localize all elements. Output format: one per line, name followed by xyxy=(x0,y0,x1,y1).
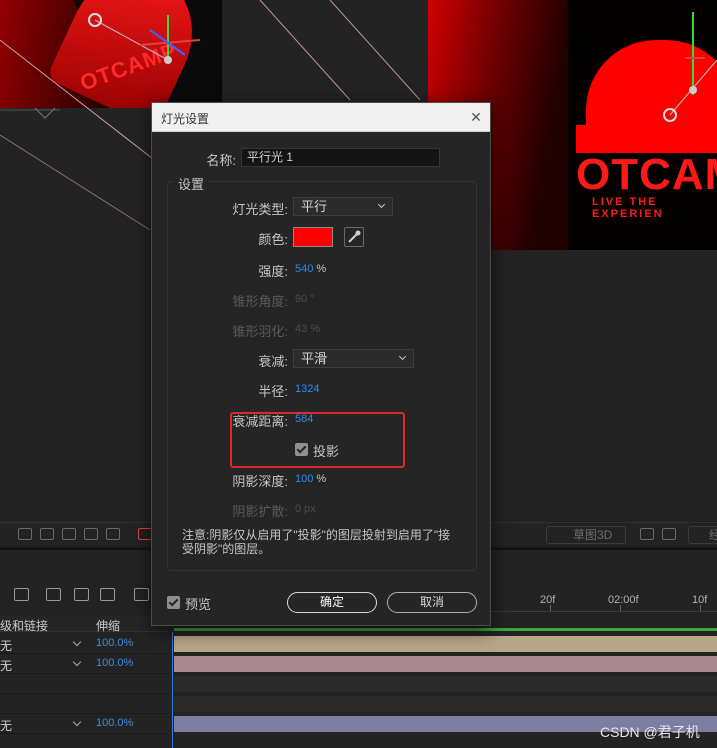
cancel-button[interactable]: 取消 xyxy=(387,592,477,613)
cone-feather-label: 锥形羽化: xyxy=(232,324,288,339)
parent-dropdown[interactable]: 无 xyxy=(0,657,84,673)
shadow-darkness-value[interactable]: 100 % xyxy=(295,473,326,485)
3d-view-icon[interactable] xyxy=(662,528,676,540)
layer-duration-bar[interactable] xyxy=(174,636,717,652)
dialog-title: 灯光设置 xyxy=(161,112,210,126)
parent-link-column-label: 级和链接 xyxy=(0,619,49,633)
watermark: CSDN @君子机 xyxy=(600,724,700,740)
preview-checkbox[interactable] xyxy=(167,596,180,609)
shadow-note: 注意:阴影仅从启用了"投影"的图层投射到启用了"接受阴影"的图层。 xyxy=(182,528,451,556)
parent-link-icon[interactable] xyxy=(14,588,29,601)
eyedropper-icon xyxy=(348,230,361,243)
light-type-label: 灯光类型: xyxy=(232,202,288,217)
layer-duration-bar[interactable] xyxy=(174,676,717,692)
settings-group-title: 设置 xyxy=(174,174,209,193)
chevron-down-icon xyxy=(72,657,82,667)
3d-ground-plane-icon[interactable] xyxy=(640,528,654,540)
intensity-value[interactable]: 540 % xyxy=(295,263,326,275)
preview-label: 预览 xyxy=(185,597,212,612)
work-area-bar[interactable] xyxy=(174,628,717,631)
light-type-select[interactable]: 平行 xyxy=(293,197,393,216)
light-name-input[interactable]: 平行光 1 xyxy=(241,148,440,167)
time-ruler[interactable]: 20f 02:00f 10f xyxy=(490,586,717,612)
stretch-value[interactable]: 100.0% xyxy=(96,657,133,669)
stretch-column-label: 伸缩 xyxy=(96,619,121,633)
layer-duration-bar[interactable] xyxy=(174,656,717,672)
chevron-down-icon xyxy=(398,352,407,361)
cone-angle-label: 锥形角度: xyxy=(232,294,288,309)
parent-dropdown[interactable]: 无 xyxy=(0,637,84,653)
shadow-diffusion-value: 0 px xyxy=(295,503,316,515)
light-color-swatch[interactable] xyxy=(293,227,333,247)
show-channel-icon[interactable] xyxy=(138,528,152,540)
shy-layers-icon[interactable] xyxy=(46,588,61,601)
frame-blending-icon[interactable] xyxy=(74,588,89,601)
chevron-down-icon xyxy=(377,200,386,209)
extended-viewer-label: 经 xyxy=(709,528,717,542)
dialog-titlebar[interactable]: 灯光设置 ✕ xyxy=(152,103,490,132)
draft-3d-label: 草图3D xyxy=(573,528,613,542)
playhead[interactable] xyxy=(172,632,173,748)
name-label: 名称: xyxy=(206,153,236,168)
transparency-grid-icon[interactable] xyxy=(40,528,54,540)
draft-3d-button[interactable]: 草图3D xyxy=(546,526,626,544)
ruler-label-1: 20f xyxy=(540,594,556,606)
graph-editor-icon[interactable] xyxy=(134,588,149,601)
cone-angle-value: 90 ° xyxy=(295,293,315,305)
motion-blur-icon[interactable] xyxy=(100,588,115,601)
layer-row[interactable]: 无 100.0% xyxy=(0,634,168,654)
radius-label: 半径: xyxy=(258,384,288,399)
snapshot-icon[interactable] xyxy=(106,528,120,540)
parent-dropdown[interactable]: 无 xyxy=(0,717,84,733)
shadow-darkness-label: 阴影深度: xyxy=(232,474,288,489)
close-icon[interactable]: ✕ xyxy=(468,109,484,125)
chevron-down-icon xyxy=(72,637,82,647)
shadow-diffusion-label: 阴影扩散: xyxy=(232,504,288,519)
annotation-highlight-box xyxy=(230,412,405,468)
stretch-value[interactable]: 100.0% xyxy=(96,717,133,729)
stretch-value[interactable]: 100.0% xyxy=(96,637,133,649)
layer-column-header: 级和链接 伸缩 xyxy=(0,616,168,633)
layer-duration-bar[interactable] xyxy=(174,696,717,712)
ok-button[interactable]: 确定 xyxy=(287,592,377,613)
light-settings-dialog: 灯光设置 ✕ 名称: 平行光 1 设置 灯光类型: 平行 颜色: 强度: 540… xyxy=(151,102,491,626)
cone-feather-value: 43 % xyxy=(295,323,321,335)
layer-row[interactable]: 无 100.0% xyxy=(0,654,168,674)
radius-value[interactable]: 1324 xyxy=(295,383,319,395)
layer-row[interactable]: 无 100.0% xyxy=(0,714,168,734)
intensity-label: 强度: xyxy=(258,264,288,279)
region-of-interest-icon[interactable] xyxy=(18,528,32,540)
extended-viewer-button[interactable]: 经 xyxy=(688,526,717,544)
falloff-select[interactable]: 平滑 xyxy=(293,349,414,368)
mask-visibility-icon[interactable] xyxy=(62,528,76,540)
ruler-label-2: 02:00f xyxy=(608,594,639,606)
layer-row[interactable] xyxy=(0,674,168,694)
layer-row[interactable] xyxy=(0,694,168,714)
guides-icon[interactable] xyxy=(84,528,98,540)
chevron-down-icon xyxy=(72,717,82,727)
timeline-switches xyxy=(0,584,168,606)
falloff-label: 衰减: xyxy=(258,354,288,369)
eyedropper-button[interactable] xyxy=(344,227,364,247)
color-label: 颜色: xyxy=(258,232,288,247)
